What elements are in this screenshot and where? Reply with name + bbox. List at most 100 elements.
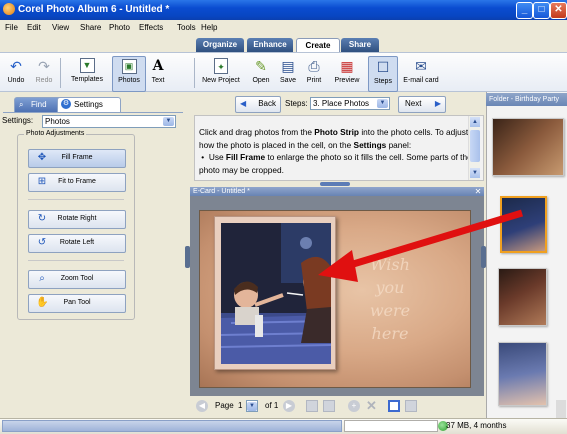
photo-adjustments-group: Photo Adjustments ✥ Fill Frame ⊞ Fit to … xyxy=(17,130,135,320)
two-page-view-icon[interactable] xyxy=(405,400,417,412)
previous-page-icon[interactable]: ◀ xyxy=(196,400,208,412)
menu-help[interactable]: Help xyxy=(201,23,217,32)
new-project-icon: ✦ xyxy=(214,58,228,74)
steps-button[interactable]: ☐ Steps xyxy=(368,56,398,92)
instructions-bullet: • Use Fill Frame to enlarge the photo so… xyxy=(199,152,472,175)
photo-thumbnail-selected[interactable] xyxy=(500,196,547,253)
chevron-down-icon: ▼ xyxy=(247,402,257,411)
find-icon: ⌕ xyxy=(19,100,24,109)
single-page-view-icon[interactable] xyxy=(388,400,400,412)
ecard-close-icon[interactable]: ✕ xyxy=(473,187,483,196)
steps-icon: ☐ xyxy=(376,59,390,75)
fit-to-frame-icon: ⊞ xyxy=(37,176,47,187)
new-project-button[interactable]: ✦ New Project xyxy=(197,56,245,90)
text-button[interactable]: A Text xyxy=(146,56,170,90)
group-divider xyxy=(28,260,124,261)
menu-share[interactable]: Share xyxy=(80,23,101,32)
print-icon: ⎙ xyxy=(308,58,320,74)
duplicate-page-icon[interactable] xyxy=(323,400,335,412)
tab-share[interactable]: Share xyxy=(341,38,379,52)
app-icon xyxy=(3,3,15,15)
group-divider xyxy=(28,199,124,200)
hand-icon: ✋ xyxy=(36,297,49,308)
chevron-down-icon: ▼ xyxy=(377,99,388,108)
group-caption: Photo Adjustments xyxy=(24,130,87,137)
toolbar-separator xyxy=(194,58,195,88)
menu-view[interactable]: View xyxy=(52,23,69,32)
text-icon: A xyxy=(152,58,164,74)
open-icon: ✎ xyxy=(255,58,267,74)
photo-strip-scrollbar[interactable] xyxy=(556,400,566,418)
next-page-icon[interactable]: ▶ xyxy=(283,400,295,412)
open-button[interactable]: ✎ Open xyxy=(248,56,274,90)
templates-button[interactable]: ▼ Templates xyxy=(64,56,110,90)
menu-effects[interactable]: Effects xyxy=(139,23,163,32)
add-page-icon[interactable] xyxy=(306,400,318,412)
instructions-panel: Click and drag photos from the Photo Str… xyxy=(194,115,484,181)
tab-organize[interactable]: Organize xyxy=(196,38,244,52)
delete-icon[interactable]: ✕ xyxy=(366,398,377,414)
fit-to-frame-button[interactable]: ⊞ Fit to Frame xyxy=(28,173,126,192)
tab-create[interactable]: Create xyxy=(296,38,340,53)
title-bar: Corel Photo Album 6 - Untitled * _ □ ✕ xyxy=(0,0,567,20)
save-icon: ▤ xyxy=(281,58,295,74)
memory-status: 37 MB, 4 months xyxy=(446,421,507,430)
settings-dropdown[interactable]: Photos ▼ xyxy=(42,115,176,128)
splitter-grip[interactable] xyxy=(320,182,350,186)
menu-tools[interactable]: Tools xyxy=(177,23,196,32)
card-text-you: you xyxy=(375,278,405,297)
rotate-right-icon: ↻ xyxy=(37,213,47,224)
back-arrow-icon: ◀ xyxy=(240,99,247,108)
preview-button[interactable]: ▦ Preview xyxy=(330,56,364,90)
next-button[interactable]: Next ▶ xyxy=(398,96,446,113)
add-icon[interactable]: + xyxy=(348,400,360,412)
zoom-tool-button[interactable]: ⌕ Zoom Tool xyxy=(28,270,126,289)
menu-edit[interactable]: Edit xyxy=(27,23,41,32)
tab-enhance[interactable]: Enhance xyxy=(247,38,293,52)
pan-tool-button[interactable]: ✋ Pan Tool xyxy=(28,294,126,313)
fill-frame-button[interactable]: ✥ Fill Frame xyxy=(28,149,126,168)
photo-strip-title: Folder - Birthday Party xyxy=(486,93,567,106)
back-button[interactable]: ◀ Back xyxy=(235,96,281,113)
print-button[interactable]: ⎙ Print xyxy=(302,56,326,90)
undo-button[interactable]: ↶ Undo xyxy=(3,56,29,90)
card-text-were: were xyxy=(369,301,411,320)
status-field xyxy=(344,420,438,432)
photo-thumbnail[interactable] xyxy=(492,118,564,176)
page-dropdown[interactable]: ▼ xyxy=(246,400,258,412)
main-tab-row: Organize Enhance Create Share xyxy=(0,36,567,53)
undo-icon: ↶ xyxy=(10,58,22,74)
status-progress xyxy=(2,420,342,432)
tab-underline xyxy=(3,112,183,113)
instructions-scrollbar[interactable]: ▲ ▼ xyxy=(468,116,480,180)
scroll-thumb[interactable] xyxy=(470,130,480,162)
left-panel: ⌕ Find ⚙ Settings Settings: Photos ▼ Pho… xyxy=(0,92,186,410)
menu-file[interactable]: File xyxy=(5,23,18,32)
page-of-label: of 1 xyxy=(265,401,279,410)
placed-photo[interactable] xyxy=(221,223,331,364)
chevron-down-icon: ▼ xyxy=(163,117,174,126)
settings-tab[interactable]: ⚙ Settings xyxy=(57,97,121,112)
close-button[interactable]: ✕ xyxy=(550,2,567,19)
instructions-text: Click and drag photos from the Photo Str… xyxy=(199,127,469,150)
page-label: Page xyxy=(215,401,234,410)
zoom-icon: ⌕ xyxy=(39,273,45,284)
rotate-left-button[interactable]: ↺ Rotate Left xyxy=(28,234,126,253)
scroll-down-icon[interactable]: ▼ xyxy=(470,168,480,178)
minimize-button[interactable]: _ xyxy=(516,2,533,19)
photos-button[interactable]: ▣ Photos xyxy=(112,56,146,92)
maximize-button[interactable]: □ xyxy=(533,2,550,19)
photo-thumbnail[interactable] xyxy=(498,268,547,326)
redo-button[interactable]: ↷ Redo xyxy=(30,56,58,90)
steps-dropdown[interactable]: 3. Place Photos ▼ xyxy=(310,97,390,110)
photo-thumbnail[interactable] xyxy=(498,342,547,406)
next-arrow-icon: ▶ xyxy=(434,99,441,108)
email-card-button[interactable]: ✉ E-mail card xyxy=(400,56,442,90)
rotate-right-button[interactable]: ↻ Rotate Right xyxy=(28,210,126,229)
settings-row: Settings: Photos ▼ xyxy=(0,114,186,128)
page-bar: ◀ Page 1 ▼ of 1 ▶ + ✕ xyxy=(190,396,484,418)
menu-photo[interactable]: Photo xyxy=(109,23,130,32)
ecard-title: E-Card - Untitled * xyxy=(190,187,484,196)
scroll-up-icon[interactable]: ▲ xyxy=(470,117,480,127)
save-button[interactable]: ▤ Save xyxy=(276,56,300,90)
